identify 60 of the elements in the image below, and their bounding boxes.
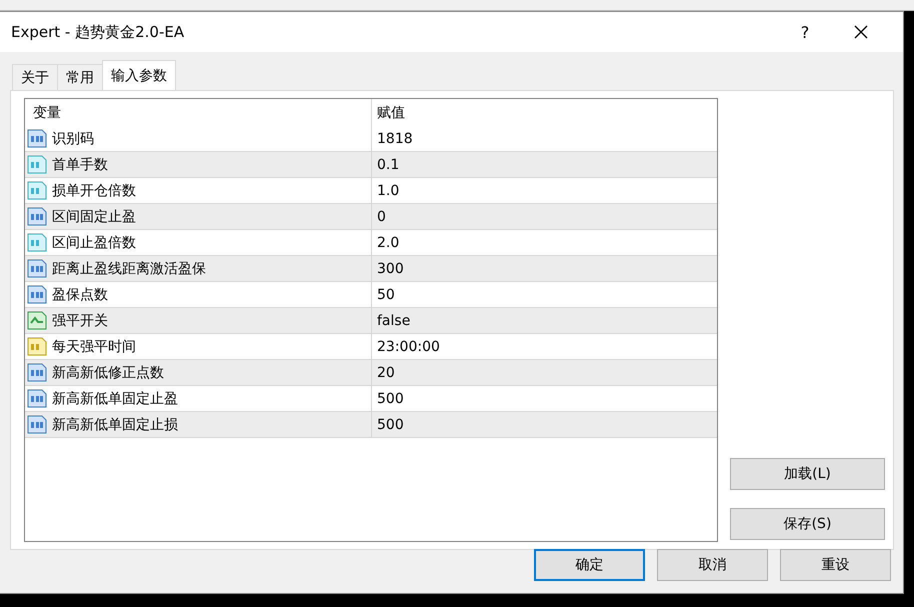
parameter-name: 每天强平时间 [52,338,136,356]
table-row[interactable]: 首单手数 0.1 [25,152,717,178]
help-button[interactable]: ? [777,12,833,52]
parameter-name: 区间固定止盈 [52,208,136,226]
parameter-name: 损单开仓倍数 [52,182,136,200]
parameter-value: 2.0 [377,234,400,250]
parameter-value: false [377,312,410,328]
close-icon [854,25,868,39]
dialog-button[interactable]: 确定 [534,549,645,581]
toggle-icon [27,311,47,330]
parameter-name: 新高新低单固定止损 [52,416,178,434]
integer-icon [27,129,47,148]
table-row[interactable]: 距离止盈线距离激活盈保 300 [25,256,717,282]
table-row[interactable]: 每天强平时间 23:00:00 [25,334,717,360]
parameter-value: 500 [377,416,404,432]
parameter-value: 23:00:00 [377,338,440,354]
table-row[interactable]: 识别码 1818 [25,126,717,152]
table-row[interactable]: 新高新低单固定止损 500 [25,412,717,438]
table-row[interactable]: 新高新低修正点数 20 [25,360,717,386]
parameter-value: 50 [377,286,395,302]
tab[interactable]: 输入参数 [102,60,176,90]
fraction-icon [27,233,47,252]
dialog-button[interactable]: 取消 [657,549,768,581]
parameter-name: 区间止盈倍数 [52,234,136,252]
dialog-button[interactable]: 重设 [780,549,891,581]
integer-icon [27,415,47,434]
column-header: 变量 [32,104,61,122]
parameter-value: 1818 [377,130,413,146]
parameter-value: 1.0 [377,182,400,198]
table-row[interactable]: 区间止盈倍数 2.0 [25,230,717,256]
parameter-value: 500 [377,390,404,406]
parameter-name: 强平开关 [52,312,108,330]
fraction-icon [27,181,47,200]
table-row[interactable]: 强平开关 false [25,308,717,334]
parameter-value: 0.1 [377,156,400,172]
save-button[interactable]: 保存(S) [730,508,885,540]
table-row[interactable]: 区间固定止盈 0 [25,204,717,230]
table-row[interactable]: 新高新低单固定止盈 500 [25,386,717,412]
parameter-value: 20 [377,364,395,380]
integer-icon [27,285,47,304]
integer-icon [27,207,47,226]
window-title: Expert - 趋势黄金2.0-EA [11,22,186,42]
integer-icon [27,259,47,278]
integer-icon [27,389,47,408]
column-header: 赋值 [377,104,405,122]
parameter-value: 300 [377,260,404,276]
table-row[interactable]: 盈保点数 50 [25,282,717,308]
table-row[interactable]: 损单开仓倍数 1.0 [25,178,717,204]
parameter-name: 识别码 [52,130,94,148]
tab[interactable]: 关于 [12,64,58,90]
parameter-name: 首单手数 [52,156,108,174]
parameter-name: 新高新低修正点数 [52,364,164,382]
load-button[interactable]: 加载(L) [730,458,885,490]
parameter-name: 新高新低单固定止盈 [52,390,178,408]
integer-icon [27,363,47,382]
parameter-name: 距离止盈线距离激活盈保 [52,260,206,278]
parameter-value: 0 [377,208,386,224]
parameter-name: 盈保点数 [52,286,108,304]
text-icon [27,337,47,356]
fraction-icon [27,155,47,174]
